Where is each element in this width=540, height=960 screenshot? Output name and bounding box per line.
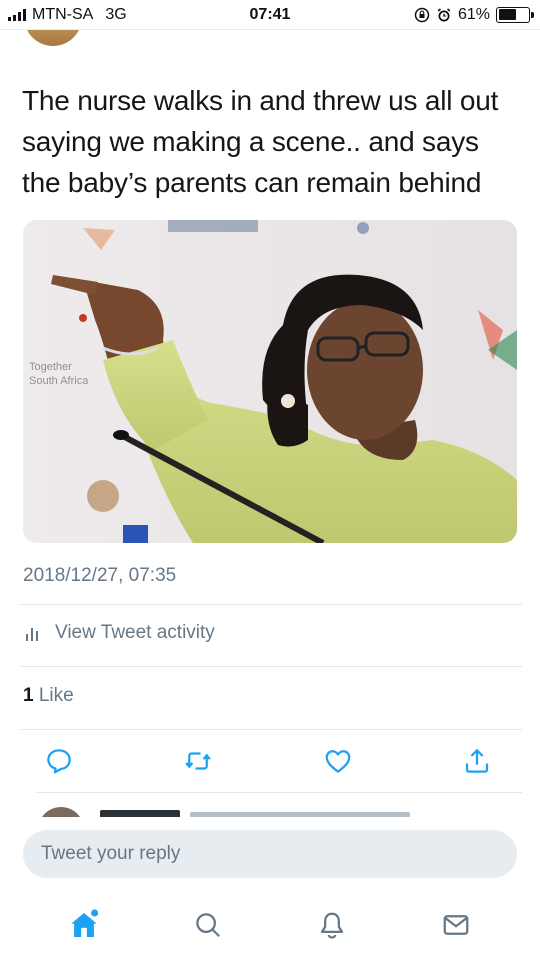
view-tweet-activity-link[interactable]: View Tweet activity xyxy=(23,622,215,644)
reply-icon xyxy=(47,749,71,774)
activity-label: View Tweet activity xyxy=(55,622,215,643)
reply-author-handle xyxy=(190,812,410,817)
tab-notifications[interactable] xyxy=(312,905,352,945)
battery-icon xyxy=(496,6,534,23)
signal-strength-icon xyxy=(8,8,26,21)
reply-avatar xyxy=(38,807,84,817)
carrier-name: MTN-SA xyxy=(32,5,94,23)
notifications-icon xyxy=(320,912,344,939)
like-icon xyxy=(325,750,351,773)
reply-placeholder: Tweet your reply xyxy=(41,843,181,864)
tweet-actions xyxy=(40,742,496,780)
orientation-lock-icon xyxy=(414,7,430,22)
next-reply-preview[interactable] xyxy=(0,795,540,817)
tab-search[interactable] xyxy=(188,905,228,945)
bottom-tab-bar xyxy=(0,890,540,960)
activity-chart-icon xyxy=(26,628,38,641)
likes-label: Like xyxy=(38,685,74,706)
battery-level xyxy=(498,9,517,20)
network-type: 3G xyxy=(105,5,127,23)
search-icon xyxy=(196,913,221,938)
tab-messages[interactable] xyxy=(436,905,476,945)
status-bar: MTN-SA 3G 07:41 61% xyxy=(0,0,540,30)
carrier-info: MTN-SA 3G xyxy=(8,6,127,24)
share-icon xyxy=(465,748,489,773)
home-icon xyxy=(71,909,99,938)
tweet-photo[interactable]: Together South Africa xyxy=(23,220,517,543)
alarm-icon xyxy=(437,7,451,21)
divider xyxy=(20,729,522,730)
battery-percent: 61% xyxy=(457,5,490,23)
tweet-text: The nurse walks in and threw us all out … xyxy=(22,85,499,198)
like-button[interactable] xyxy=(319,742,357,780)
reply-button[interactable] xyxy=(40,742,78,780)
likes-count-link[interactable]: 1 Like xyxy=(23,685,74,707)
tweet-timestamp: 2018/12/27, 07:35 xyxy=(23,565,177,586)
tab-home[interactable] xyxy=(64,905,104,945)
retweet-button[interactable] xyxy=(179,742,217,780)
likes-count: 1 xyxy=(23,685,34,706)
photo-content: Together South Africa xyxy=(23,220,517,543)
svg-text:Together: Together xyxy=(29,361,72,373)
divider xyxy=(20,604,522,605)
divider xyxy=(20,666,522,667)
divider xyxy=(36,792,522,793)
share-button[interactable] xyxy=(458,742,496,780)
chevron-down-icon[interactable] xyxy=(500,812,514,817)
messages-icon xyxy=(443,915,469,935)
retweet-icon xyxy=(185,752,212,770)
svg-text:South Africa: South Africa xyxy=(29,375,89,387)
reply-author-name xyxy=(100,810,180,817)
tweet-reply-input[interactable]: Tweet your reply xyxy=(23,830,517,878)
